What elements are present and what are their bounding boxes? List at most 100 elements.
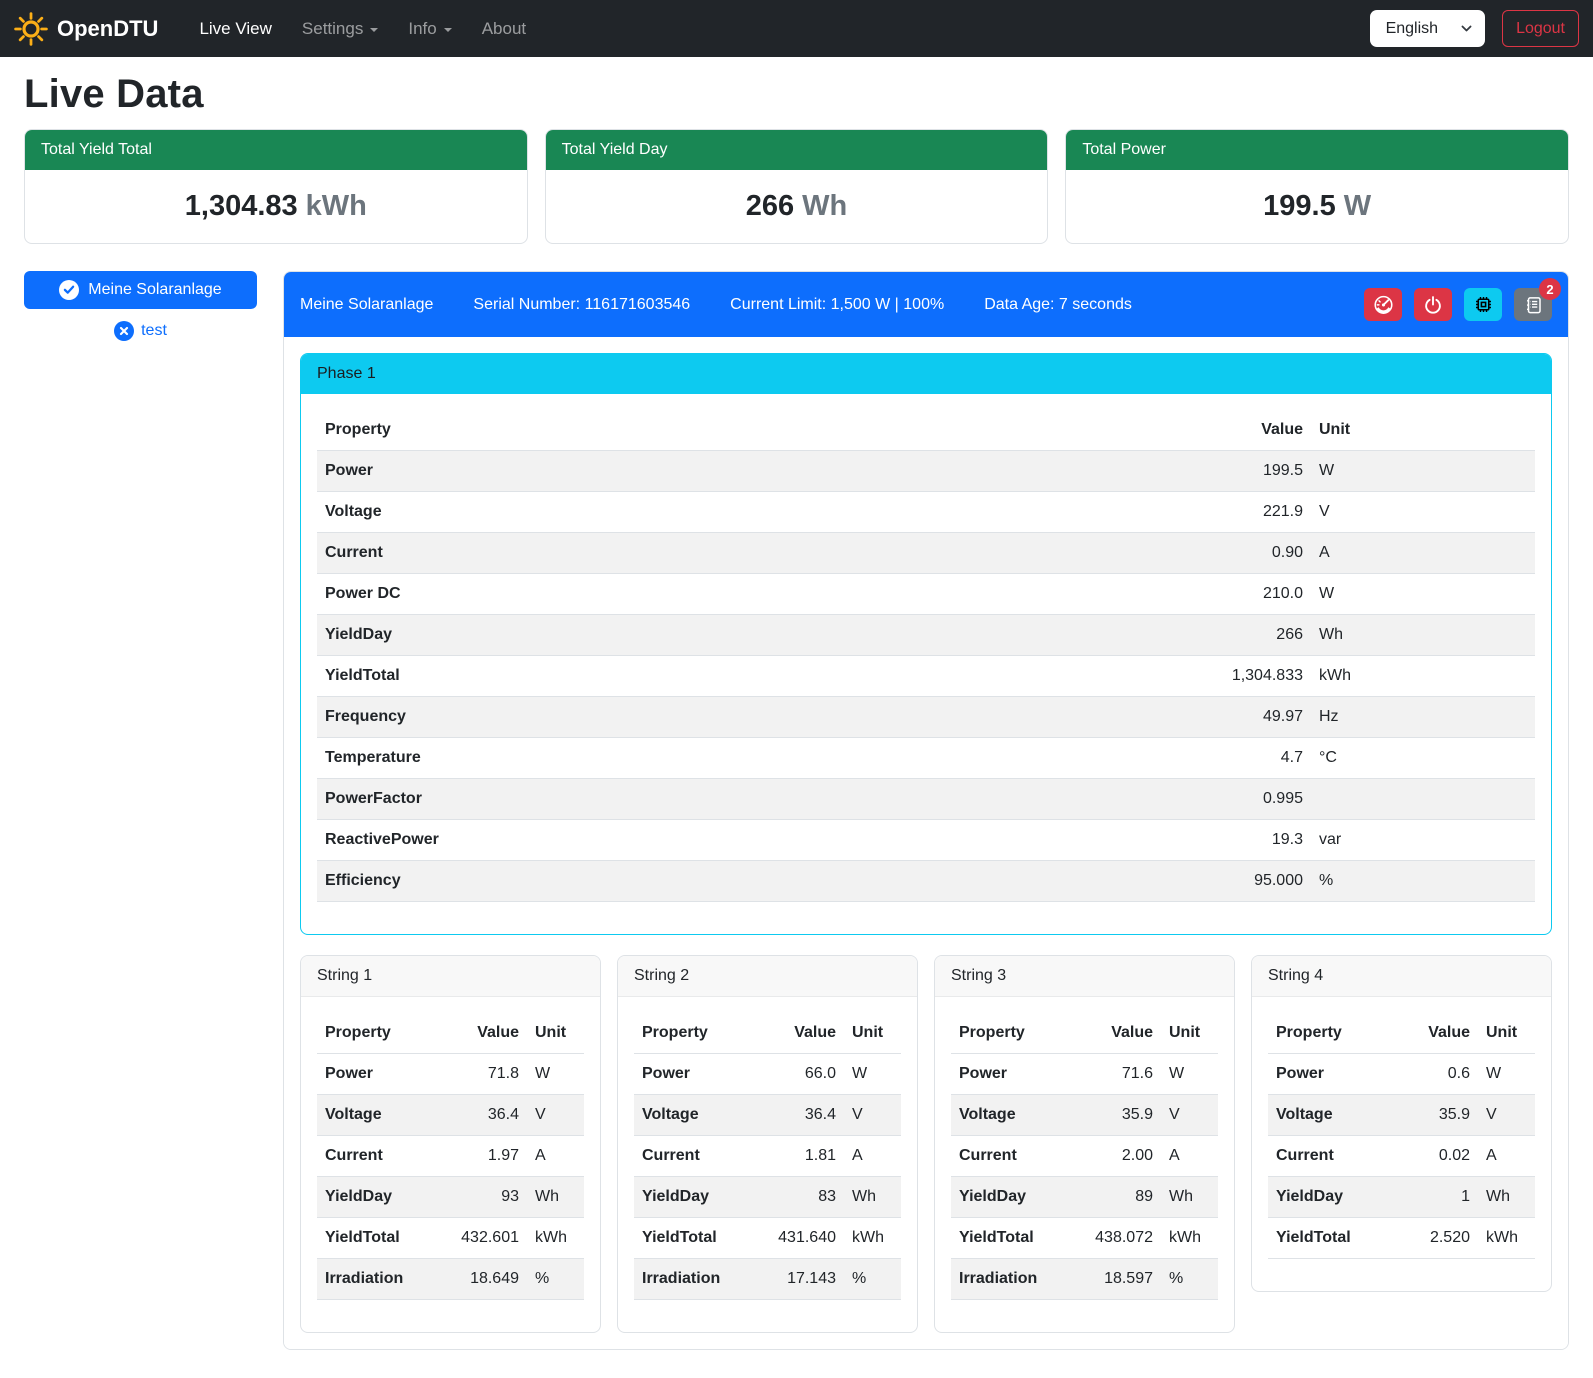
summary-card-total-yield-total: Total Yield Total 1,304.83kWh (24, 129, 528, 244)
value-cell: 18.597 (1069, 1259, 1161, 1300)
unit-cell: A (527, 1136, 584, 1177)
property-cell: Frequency (317, 697, 1181, 738)
property-cell: YieldTotal (1268, 1218, 1386, 1259)
table-row: YieldDay93Wh (317, 1177, 584, 1218)
property-cell: Efficiency (317, 861, 1181, 902)
nav-item-label: Live View (199, 19, 271, 38)
unit-cell: V (527, 1095, 584, 1136)
value-cell: 89 (1069, 1177, 1161, 1218)
string-card-4: String 4 Property Value Unit (1251, 955, 1552, 1292)
value-cell: 95.000 (1181, 861, 1311, 902)
string-card-title: String 3 (935, 956, 1234, 997)
property-cell: Temperature (317, 738, 1181, 779)
unit-cell: kWh (1478, 1218, 1535, 1259)
table-row: Power66.0W (634, 1054, 901, 1095)
brand-link[interactable]: OpenDTU (14, 12, 158, 46)
device-info-button[interactable] (1464, 288, 1502, 321)
test-inverter-link[interactable]: test (24, 321, 257, 341)
journal-text-icon (1523, 295, 1543, 315)
power-icon (1423, 295, 1443, 315)
strings-row: String 1 Property Value Unit (300, 955, 1552, 1333)
summary-card-title: Total Power (1066, 130, 1568, 170)
nav-item-about[interactable]: About (467, 11, 541, 47)
value-cell: 36.4 (435, 1095, 527, 1136)
chevron-down-icon (444, 28, 452, 32)
summary-value: 1,304.83 (185, 190, 298, 222)
table-row: Voltage36.4V (317, 1095, 584, 1136)
string-card-title: String 4 (1252, 956, 1551, 997)
nav-item-live-view[interactable]: Live View (184, 11, 286, 47)
unit-cell: W (1478, 1054, 1535, 1095)
value-cell: 71.6 (1069, 1054, 1161, 1095)
property-cell: Irradiation (634, 1259, 752, 1300)
table-row: Power71.8W (317, 1054, 584, 1095)
property-cell: Current (1268, 1136, 1386, 1177)
unit-cell: % (1161, 1259, 1218, 1300)
string-card-body: Property Value Unit Power0.6WVoltage35.9… (1252, 997, 1551, 1291)
table-row: YieldTotal431.640kWh (634, 1218, 901, 1259)
summary-row: Total Yield Total 1,304.83kWh Total Yiel… (24, 129, 1569, 244)
unit-header: Unit (1311, 410, 1535, 451)
table-header-row: Property Value Unit (1268, 1013, 1535, 1054)
inverter-select-button[interactable]: Meine Solaranlage (24, 271, 257, 309)
language-select[interactable]: English (1370, 10, 1485, 47)
power-button[interactable] (1414, 288, 1452, 321)
nav-item-settings[interactable]: Settings (287, 11, 393, 47)
unit-cell: kWh (527, 1218, 584, 1259)
table-row: YieldTotal432.601kWh (317, 1218, 584, 1259)
table-row: YieldDay89Wh (951, 1177, 1218, 1218)
property-cell: Current (951, 1136, 1069, 1177)
unit-cell: V (1161, 1095, 1218, 1136)
brand-label: OpenDTU (57, 16, 158, 42)
table-row: Irradiation18.597% (951, 1259, 1218, 1300)
value-cell: 36.4 (752, 1095, 844, 1136)
limit-settings-button[interactable] (1364, 288, 1402, 321)
value-cell: 432.601 (435, 1218, 527, 1259)
event-log-button[interactable]: 2 (1514, 288, 1552, 321)
value-cell: 0.90 (1181, 533, 1311, 574)
string-table-body: Power71.6WVoltage35.9VCurrent2.00AYieldD… (951, 1054, 1218, 1300)
value-cell: 2.520 (1386, 1218, 1478, 1259)
chevron-down-icon (1460, 22, 1473, 35)
table-row: Voltage35.9V (951, 1095, 1218, 1136)
unit-cell: var (1311, 820, 1535, 861)
value-cell: 18.649 (435, 1259, 527, 1300)
unit-cell: kWh (1161, 1218, 1218, 1259)
table-row: YieldDay83Wh (634, 1177, 901, 1218)
inverter-serial: Serial Number: 116171603546 (473, 293, 690, 317)
value-cell: 19.3 (1181, 820, 1311, 861)
summary-card-total-yield-day: Total Yield Day 266Wh (545, 129, 1049, 244)
table-row: YieldTotal2.520kWh (1268, 1218, 1535, 1259)
summary-card-body: 1,304.83kWh (25, 170, 527, 243)
logout-button[interactable]: Logout (1502, 10, 1579, 47)
property-cell: YieldDay (951, 1177, 1069, 1218)
property-header: Property (1268, 1013, 1386, 1054)
unit-header: Unit (527, 1013, 584, 1054)
string-table-body: Power66.0WVoltage36.4VCurrent1.81AYieldD… (634, 1054, 901, 1300)
main-content: Live Data Total Yield Total 1,304.83kWh … (0, 72, 1593, 1378)
unit-cell: % (527, 1259, 584, 1300)
table-row: Current1.81A (634, 1136, 901, 1177)
property-header: Property (317, 410, 1181, 451)
table-row: PowerFactor0.995 (317, 779, 1535, 820)
string-table: Property Value Unit Power0.6WVoltage35.9… (1268, 1013, 1535, 1259)
string-table: Property Value Unit Power71.6WVoltage35.… (951, 1013, 1218, 1300)
nav-item-info[interactable]: Info (393, 11, 466, 47)
inverter-data-age: Data Age: 7 seconds (984, 293, 1132, 317)
summary-card-total-power: Total Power 199.5W (1065, 129, 1569, 244)
page-title: Live Data (24, 72, 1569, 117)
string-card-title: String 1 (301, 956, 600, 997)
phase-panel-body: Property Value Unit Power199.5WVoltage22… (301, 394, 1551, 934)
table-header-row: Property Value Unit (317, 1013, 584, 1054)
property-cell: Irradiation (951, 1259, 1069, 1300)
unit-cell: V (1311, 492, 1535, 533)
value-cell: 199.5 (1181, 451, 1311, 492)
language-value: English (1386, 20, 1438, 38)
summary-value: 199.5 (1263, 190, 1336, 222)
nav-links: Live View Settings Info About (184, 11, 541, 47)
value-header: Value (1069, 1013, 1161, 1054)
property-header: Property (951, 1013, 1069, 1054)
table-row: YieldDay1Wh (1268, 1177, 1535, 1218)
summary-card-body: 199.5W (1066, 170, 1568, 243)
table-row: Power71.6W (951, 1054, 1218, 1095)
